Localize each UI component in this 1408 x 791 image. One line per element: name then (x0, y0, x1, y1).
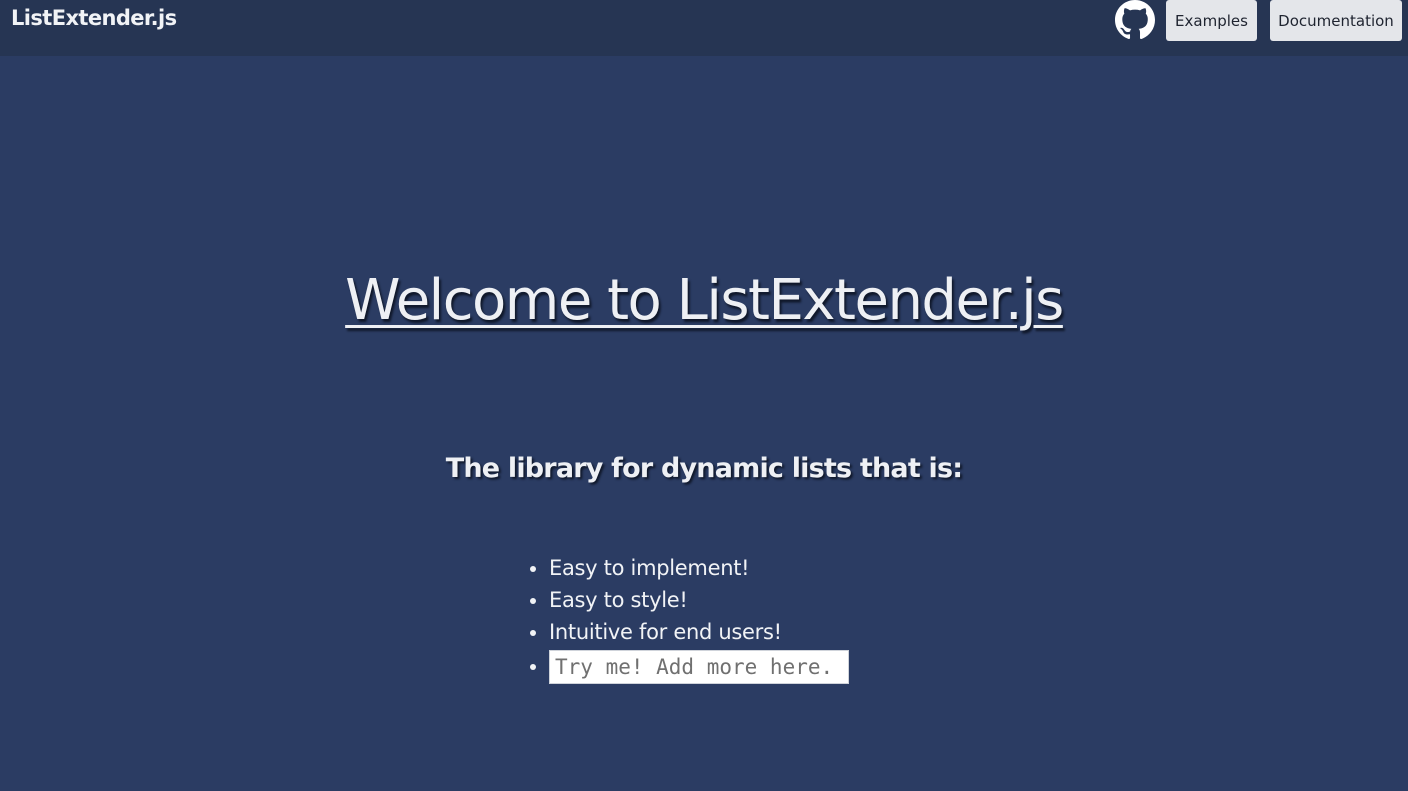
list-item: Easy to implement! (549, 552, 849, 584)
github-link[interactable] (1114, 0, 1156, 40)
feature-list: Easy to implement! Easy to style! Intuit… (503, 552, 849, 684)
brand-link[interactable]: ListExtender.js (11, 6, 177, 30)
page-title: Welcome to ListExtender.js (345, 268, 1064, 333)
add-item-input[interactable] (549, 650, 849, 684)
list-item-input (549, 648, 849, 684)
list-item: Intuitive for end users! (549, 616, 849, 648)
examples-button[interactable]: Examples (1166, 0, 1257, 41)
github-icon (1115, 0, 1155, 40)
page-subtitle: The library for dynamic lists that is: (445, 453, 963, 484)
list-item: Easy to style! (549, 584, 849, 616)
documentation-button[interactable]: Documentation (1270, 0, 1402, 41)
top-navbar: ListExtender.js Examples Documentation (0, 0, 1408, 56)
